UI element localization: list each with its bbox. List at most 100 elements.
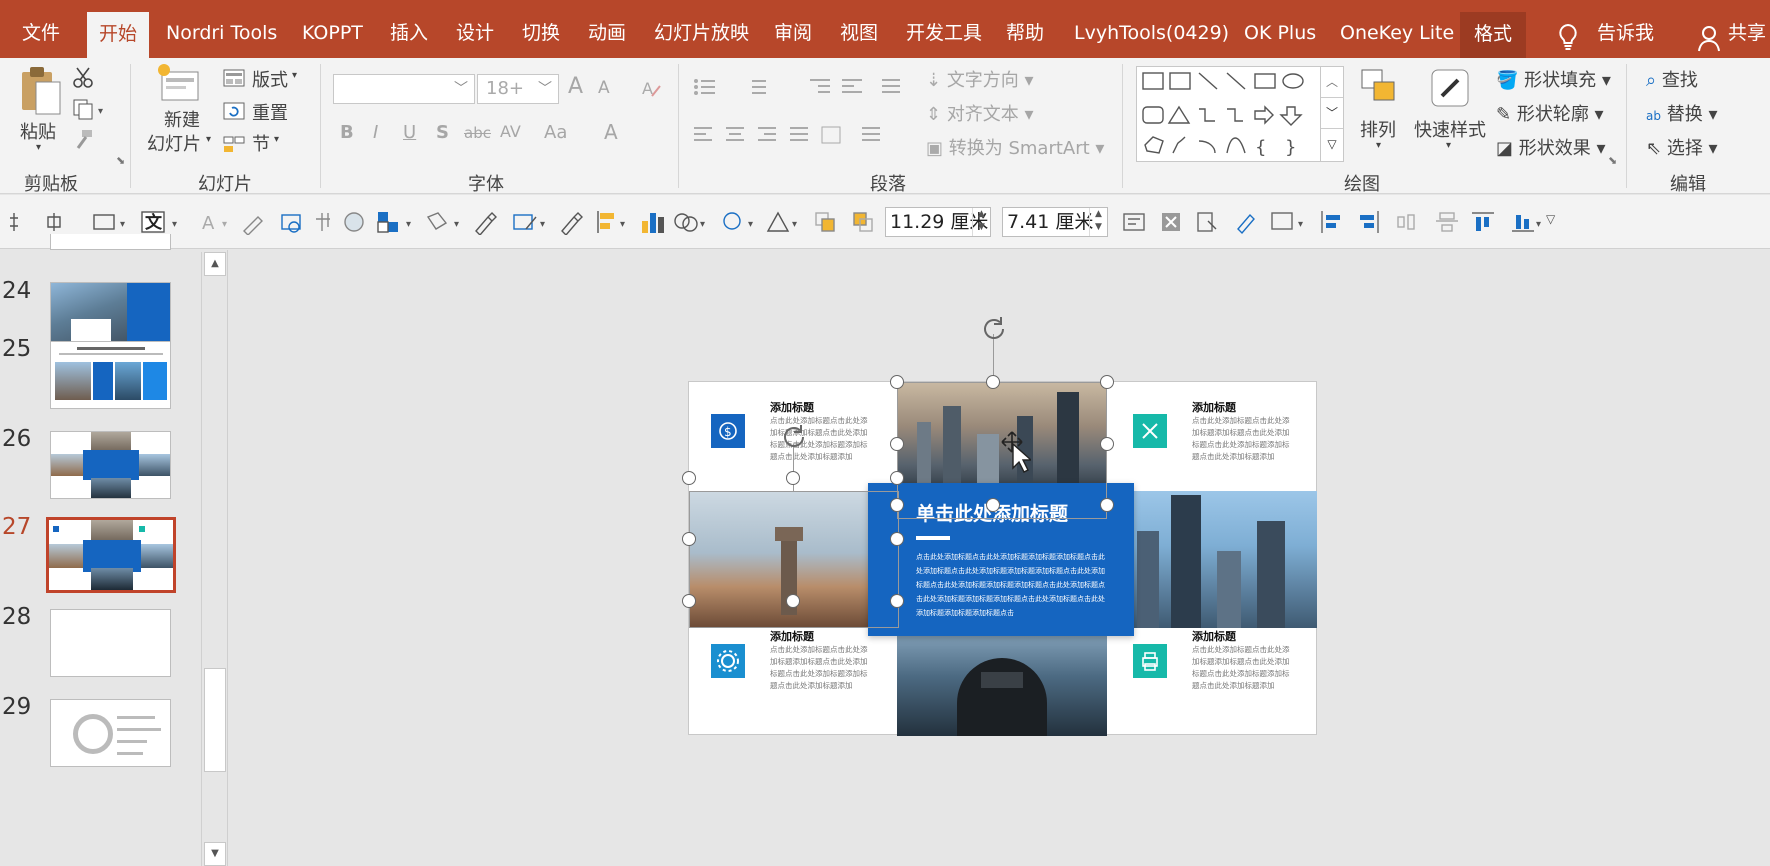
font-color-button[interactable]: A (604, 120, 618, 144)
italic-button[interactable]: I (373, 122, 378, 143)
scissors-icon[interactable] (72, 66, 94, 88)
bold-button[interactable]: B (340, 122, 354, 143)
resize-handle[interactable] (890, 594, 904, 608)
tell-me-search[interactable]: 告诉我 (1597, 0, 1654, 58)
replace-button[interactable]: ab 替换 ▾ (1646, 100, 1717, 126)
helicopter-view-photo[interactable] (897, 628, 1107, 736)
alignment-icons[interactable] (692, 124, 892, 146)
resize-handle[interactable] (682, 594, 696, 608)
new-slide-dropdown-arrow[interactable]: ▾ (206, 134, 211, 145)
scroll-up-arrow[interactable]: ▲ (204, 252, 226, 276)
slide-thumbnail-29[interactable] (50, 699, 171, 767)
list-and-indent-icons[interactable] (692, 76, 932, 98)
convert-smartart-button[interactable]: ▣ 转换为 SmartArt ▾ (926, 134, 1104, 160)
new-slide-icon[interactable] (156, 62, 202, 104)
char-spacing-button[interactable]: AV (500, 122, 521, 141)
slide-thumbnail-28[interactable] (50, 609, 171, 677)
paste-label[interactable]: 粘贴 (20, 118, 56, 144)
arrange-dropdown-arrow[interactable]: ▾ (1376, 140, 1381, 151)
card-body[interactable]: 点击此处添加标题点击此处添加标题添加标题点击此处添加标题点击此处添加标题添加标题… (1192, 415, 1296, 463)
tab-home[interactable]: 开始 (87, 12, 150, 58)
slide-thumbnail-26[interactable] (50, 431, 171, 499)
resize-handle[interactable] (986, 498, 1000, 512)
gallery-scroll[interactable]: ︿ ﹀ ▽ (1320, 66, 1344, 162)
shadow-button[interactable]: S (436, 122, 449, 143)
rotate-handle-icon[interactable] (779, 422, 809, 452)
resize-handle[interactable] (682, 532, 696, 546)
copy-icon[interactable]: ▾ (72, 98, 106, 120)
card-body[interactable]: 点击此处添加标题点击此处添加标题添加标题点击此处添加标题点击此处添加标题添加标题… (770, 644, 874, 692)
resize-handle[interactable] (1100, 498, 1114, 512)
layout-button[interactable]: 版式 (252, 66, 288, 92)
lightbulb-icon[interactable] (1556, 22, 1580, 52)
skyscrapers-photo[interactable] (1107, 491, 1317, 628)
arrange-icon[interactable] (1358, 66, 1400, 106)
resize-handle[interactable] (890, 498, 904, 512)
format-toolbar-icons[interactable]: ▾ 文 ▾ A ▾ ▾ ▾ ▾ ▾ ▾ ▾ ▾ (8, 209, 1168, 235)
underline-button[interactable]: U (403, 122, 416, 143)
tab-file[interactable]: 文件 (22, 0, 60, 58)
tab-help[interactable]: 帮助 (1006, 0, 1044, 58)
section-button[interactable]: 节 (252, 130, 270, 156)
font-name-combo[interactable]: ﹀ (333, 74, 475, 104)
layout-icon[interactable] (222, 68, 246, 88)
scroll-thumb[interactable] (204, 668, 226, 772)
resize-handle[interactable] (890, 532, 904, 546)
scroll-down-arrow[interactable]: ▼ (204, 842, 226, 866)
slide-thumbnail-24[interactable] (50, 282, 171, 350)
reset-icon[interactable] (222, 101, 246, 121)
card-title[interactable]: 添加标题 (1192, 628, 1236, 644)
resize-handle[interactable] (890, 375, 904, 389)
tab-lvyhtools[interactable]: LvyhTools(0429) (1074, 0, 1229, 58)
text-direction-button[interactable]: ⇣ 文字方向 ▾ (926, 66, 1034, 92)
resize-handle[interactable] (786, 594, 800, 608)
shape-outline-button[interactable]: ✎ 形状轮廓 ▾ (1496, 100, 1604, 126)
tab-developer[interactable]: 开发工具 (906, 0, 982, 58)
quick-styles-icon[interactable] (1428, 66, 1472, 110)
strikethrough-button[interactable]: abc (464, 124, 491, 142)
thumbnails-scrollbar[interactable]: ▲ ▼ (201, 252, 227, 866)
format-toolbar-icons-right[interactable]: ▾ ▾ ▽ (1122, 209, 1762, 235)
resize-handle[interactable] (1100, 375, 1114, 389)
tab-koppt[interactable]: KOPPT (302, 0, 363, 58)
arrange-button[interactable]: 排列 (1360, 116, 1396, 142)
section-dropdown-arrow[interactable]: ▾ (274, 134, 279, 145)
new-slide-label-2[interactable]: 幻灯片 (147, 130, 201, 156)
resize-handle[interactable] (1100, 437, 1114, 451)
shape-effects-button[interactable]: ◪ 形状效果 ▾ (1496, 134, 1606, 160)
quick-styles-dropdown-arrow[interactable]: ▾ (1446, 140, 1451, 151)
paste-dropdown-arrow[interactable]: ▾ (36, 142, 41, 153)
change-case-button[interactable]: Aa (544, 122, 567, 143)
resize-handle[interactable] (890, 471, 904, 485)
center-body[interactable]: 点击此处添加标题点击此处添加标题添加标题添加标题点击此处添加标题点击此处添加标题… (916, 550, 1106, 620)
grow-font-button[interactable]: A (568, 74, 583, 99)
shape-gallery-icons[interactable]: {} (1137, 67, 1345, 163)
align-text-button[interactable]: ⇕ 对齐文本 ▾ (926, 100, 1034, 126)
resize-handle[interactable] (786, 471, 800, 485)
resize-handle[interactable] (682, 471, 696, 485)
tab-view[interactable]: 视图 (840, 0, 878, 58)
tab-insert[interactable]: 插入 (390, 0, 428, 58)
resize-handle[interactable] (890, 437, 904, 451)
slide-thumbnail-27[interactable] (46, 517, 176, 593)
shape-height-input[interactable]: 11.29 厘米 ▲ ▼ (885, 207, 991, 237)
tab-animations[interactable]: 动画 (588, 0, 626, 58)
card-title[interactable]: 添加标题 (770, 628, 814, 644)
drawing-launcher-icon[interactable]: ⬊ (1608, 154, 1617, 167)
tab-format[interactable]: 格式 (1460, 12, 1527, 58)
resize-handle[interactable] (986, 375, 1000, 389)
card-title[interactable]: 添加标题 (770, 399, 814, 415)
shrink-font-button[interactable]: A (598, 78, 610, 98)
tab-onekey-lite[interactable]: OneKey Lite (1340, 0, 1454, 58)
new-slide-label-1[interactable]: 新建 (164, 106, 200, 132)
clipboard-launcher-icon[interactable]: ⬊ (116, 154, 125, 167)
person-icon[interactable] (1697, 24, 1721, 52)
section-icon[interactable] (222, 134, 246, 154)
card-body[interactable]: 点击此处添加标题点击此处添加标题添加标题点击此处添加标题点击此处添加标题添加标题… (1192, 644, 1296, 692)
font-size-combo[interactable]: 18+ ﹀ (477, 74, 559, 104)
rotate-handle-icon[interactable] (979, 314, 1009, 344)
tab-review[interactable]: 审阅 (774, 0, 812, 58)
slide-thumbnail-23[interactable] (50, 234, 171, 250)
tab-slideshow[interactable]: 幻灯片放映 (654, 0, 749, 58)
layout-dropdown-arrow[interactable]: ▾ (292, 70, 297, 81)
